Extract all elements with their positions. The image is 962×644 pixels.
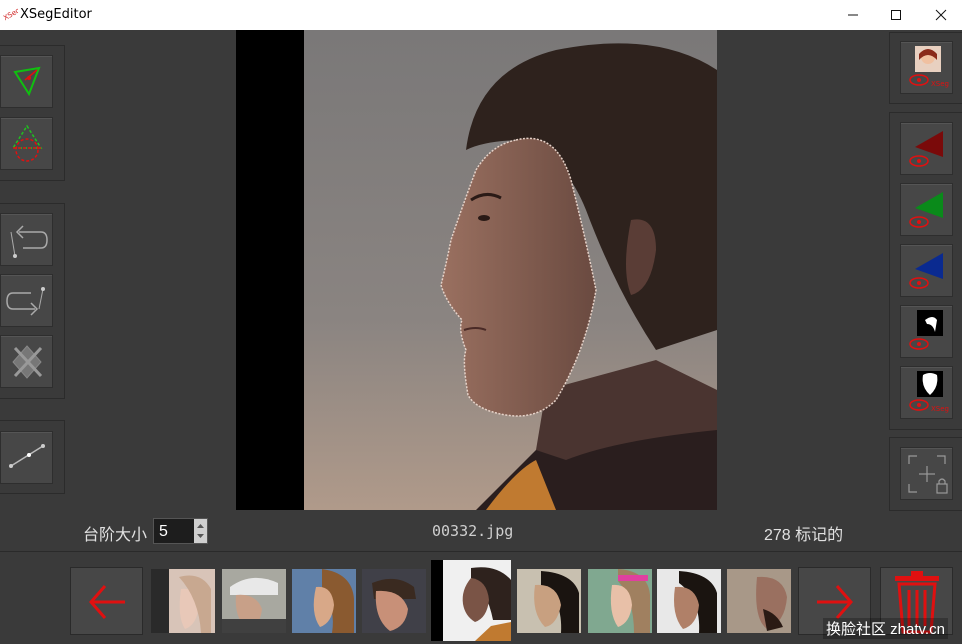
green-triangle-pen-icon	[13, 66, 41, 97]
thumb-8[interactable]	[657, 569, 721, 633]
xseg-label: XSeg	[931, 80, 949, 88]
thumb-2[interactable]	[222, 569, 286, 633]
poly-exclude-button[interactable]	[0, 117, 53, 170]
up-down-arrows-icon	[197, 524, 204, 538]
view-xseg-mask-button[interactable]: XSeg	[900, 366, 953, 419]
thumb-current[interactable]	[431, 560, 511, 641]
watermark: 换脸社区 zhatv.cn	[823, 618, 948, 639]
minimize-button[interactable]	[830, 0, 876, 30]
view-red-button[interactable]	[900, 122, 953, 175]
thumb-3[interactable]	[292, 569, 356, 633]
undo-button[interactable]	[0, 213, 53, 266]
close-icon	[935, 9, 947, 21]
face-eye-icon: XSeg	[909, 46, 949, 88]
prev-image-button[interactable]	[70, 567, 143, 635]
close-button[interactable]	[918, 0, 962, 30]
current-filename: 00332.jpg	[432, 522, 514, 540]
step-size-spinbox[interactable]: 5	[153, 518, 208, 544]
minimize-icon	[848, 14, 858, 16]
line-edit-icon	[9, 444, 45, 468]
redo-point-icon	[6, 287, 45, 316]
delete-poly-button[interactable]	[0, 335, 53, 388]
thumb-9[interactable]	[727, 569, 791, 633]
marked-count: 278 标记的	[764, 527, 844, 544]
maximize-button[interactable]	[873, 0, 919, 30]
step-size-label: 台阶大小	[83, 527, 148, 544]
xseg-label: XSeg	[931, 405, 949, 413]
thumb-1[interactable]	[151, 569, 215, 633]
step-size-value: 5	[159, 523, 168, 540]
view-baked-mask-button[interactable]: XSeg	[900, 41, 953, 94]
thumb-4[interactable]	[362, 569, 426, 633]
pt-edit-button[interactable]	[0, 431, 53, 484]
add-lock-icon	[908, 455, 948, 494]
image-viewport[interactable]	[236, 30, 717, 510]
view-mask-button[interactable]	[900, 305, 953, 358]
red-dashed-triangle-icon	[11, 124, 43, 162]
lock-mask-button[interactable]	[900, 447, 953, 500]
title-bar: XSeg XSegEditor	[0, 0, 962, 30]
view-green-button[interactable]	[900, 183, 953, 236]
delete-poly-icon	[12, 345, 43, 379]
red-triangle-eye-icon	[909, 131, 943, 167]
maximize-icon	[891, 10, 901, 20]
poly-include-button[interactable]	[0, 55, 53, 108]
redo-button[interactable]	[0, 274, 53, 327]
mask-eye-icon	[909, 310, 943, 350]
thumb-6[interactable]	[517, 569, 581, 633]
xseg-mask-eye-icon: XSeg	[909, 371, 949, 413]
app-icon: XSeg	[2, 6, 18, 21]
view-blue-button[interactable]	[900, 244, 953, 297]
svg-text:XSeg: XSeg	[2, 6, 18, 21]
spinbox-arrows[interactable]	[194, 519, 207, 543]
arrow-left-icon	[89, 585, 125, 619]
thumb-7[interactable]	[588, 569, 652, 633]
green-triangle-eye-icon	[909, 192, 943, 228]
window-title: XSegEditor	[20, 7, 92, 22]
face-image	[236, 30, 717, 510]
undo-point-icon	[10, 225, 48, 258]
blue-triangle-eye-icon	[909, 253, 943, 289]
